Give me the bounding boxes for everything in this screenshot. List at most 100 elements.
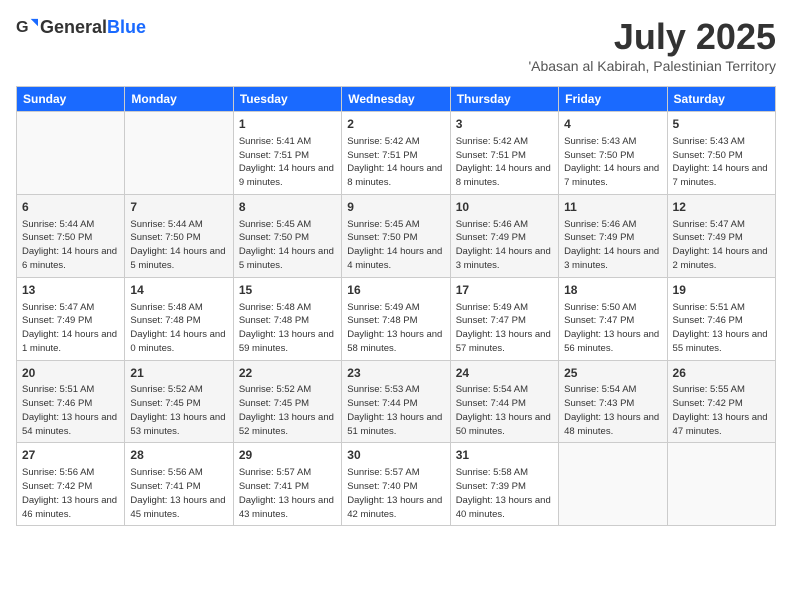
day-number: 8 bbox=[239, 199, 336, 216]
calendar-cell: 17 Sunrise: 5:49 AM Sunset: 7:47 PM Dayli… bbox=[450, 277, 558, 360]
location-title: 'Abasan al Kabirah, Palestinian Territor… bbox=[528, 58, 776, 74]
day-number: 31 bbox=[456, 447, 553, 464]
day-info: Sunrise: 5:42 AM Sunset: 7:51 PM Dayligh… bbox=[456, 135, 553, 190]
day-info: Sunrise: 5:47 AM Sunset: 7:49 PM Dayligh… bbox=[22, 301, 119, 356]
day-info: Sunrise: 5:41 AM Sunset: 7:51 PM Dayligh… bbox=[239, 135, 336, 190]
calendar-week-row: 20Sunrise: 5:51 AM Sunset: 7:46 PM Dayli… bbox=[17, 360, 776, 443]
calendar-cell: 30Sunrise: 5:57 AM Sunset: 7:40 PM Dayli… bbox=[342, 443, 450, 526]
calendar-cell: 23Sunrise: 5:53 AM Sunset: 7:44 PM Dayli… bbox=[342, 360, 450, 443]
calendar-cell: 22Sunrise: 5:52 AM Sunset: 7:45 PM Dayli… bbox=[233, 360, 341, 443]
day-info: Sunrise: 5:51 AM Sunset: 7:46 PM Dayligh… bbox=[22, 383, 119, 438]
day-number: 12 bbox=[673, 199, 770, 216]
month-title: July 2025 bbox=[528, 16, 776, 58]
logo-text-blue: Blue bbox=[107, 17, 146, 37]
day-number: 24 bbox=[456, 365, 553, 382]
calendar-cell: 5Sunrise: 5:43 AM Sunset: 7:50 PM Daylig… bbox=[667, 112, 775, 195]
calendar-cell: 11Sunrise: 5:46 AM Sunset: 7:49 PM Dayli… bbox=[559, 194, 667, 277]
logo: G GeneralBlue bbox=[16, 16, 146, 38]
weekday-header: Saturday bbox=[667, 87, 775, 112]
calendar-cell: 16 Sunrise: 5:49 AM Sunset: 7:48 PM Dayli… bbox=[342, 277, 450, 360]
day-info: Sunrise: 5:48 AM Sunset: 7:48 PM Dayligh… bbox=[239, 301, 336, 356]
day-number: 1 bbox=[239, 116, 336, 133]
day-number: 7 bbox=[130, 199, 227, 216]
svg-text:G: G bbox=[16, 18, 29, 36]
day-info: Sunrise: 5:57 AM Sunset: 7:41 PM Dayligh… bbox=[239, 466, 336, 521]
day-number: 4 bbox=[564, 116, 661, 133]
day-number: 9 bbox=[347, 199, 444, 216]
day-number: 17 bbox=[456, 282, 553, 299]
day-info: Sunrise: 5:49 AM Sunset: 7:47 PM Dayligh… bbox=[456, 301, 553, 356]
calendar-cell: 13 Sunrise: 5:47 AM Sunset: 7:49 PM Dayli… bbox=[17, 277, 125, 360]
day-info: Sunrise: 5:58 AM Sunset: 7:39 PM Dayligh… bbox=[456, 466, 553, 521]
day-info: Sunrise: 5:50 AM Sunset: 7:47 PM Dayligh… bbox=[564, 301, 661, 356]
calendar-cell bbox=[17, 112, 125, 195]
day-info: Sunrise: 5:51 AM Sunset: 7:46 PM Dayligh… bbox=[673, 301, 770, 356]
day-number: 23 bbox=[347, 365, 444, 382]
logo-icon: G bbox=[16, 16, 38, 38]
day-info: Sunrise: 5:54 AM Sunset: 7:43 PM Dayligh… bbox=[564, 383, 661, 438]
calendar-cell: 9Sunrise: 5:45 AM Sunset: 7:50 PM Daylig… bbox=[342, 194, 450, 277]
weekday-header: Sunday bbox=[17, 87, 125, 112]
day-number: 27 bbox=[22, 447, 119, 464]
logo-text-general: General bbox=[40, 17, 107, 37]
calendar-cell: 12Sunrise: 5:47 AM Sunset: 7:49 PM Dayli… bbox=[667, 194, 775, 277]
calendar-table: SundayMondayTuesdayWednesdayThursdayFrid… bbox=[16, 86, 776, 526]
day-info: Sunrise: 5:48 AM Sunset: 7:48 PM Dayligh… bbox=[130, 301, 227, 356]
calendar-cell: 19Sunrise: 5:51 AM Sunset: 7:46 PM Dayli… bbox=[667, 277, 775, 360]
day-info: Sunrise: 5:52 AM Sunset: 7:45 PM Dayligh… bbox=[239, 383, 336, 438]
calendar-cell: 7 Sunrise: 5:44 AM Sunset: 7:50 PM Daylig… bbox=[125, 194, 233, 277]
calendar-cell: 15 Sunrise: 5:48 AM Sunset: 7:48 PM Dayli… bbox=[233, 277, 341, 360]
day-number: 29 bbox=[239, 447, 336, 464]
day-number: 16 bbox=[347, 282, 444, 299]
weekday-header: Thursday bbox=[450, 87, 558, 112]
day-info: Sunrise: 5:55 AM Sunset: 7:42 PM Dayligh… bbox=[673, 383, 770, 438]
day-number: 11 bbox=[564, 199, 661, 216]
weekday-header: Monday bbox=[125, 87, 233, 112]
calendar-cell: 20Sunrise: 5:51 AM Sunset: 7:46 PM Dayli… bbox=[17, 360, 125, 443]
day-info: Sunrise: 5:43 AM Sunset: 7:50 PM Dayligh… bbox=[564, 135, 661, 190]
day-info: Sunrise: 5:52 AM Sunset: 7:45 PM Dayligh… bbox=[130, 383, 227, 438]
day-number: 6 bbox=[22, 199, 119, 216]
day-info: Sunrise: 5:56 AM Sunset: 7:41 PM Dayligh… bbox=[130, 466, 227, 521]
calendar-cell: 18Sunrise: 5:50 AM Sunset: 7:47 PM Dayli… bbox=[559, 277, 667, 360]
day-info: Sunrise: 5:46 AM Sunset: 7:49 PM Dayligh… bbox=[456, 218, 553, 273]
calendar-week-row: 13 Sunrise: 5:47 AM Sunset: 7:49 PM Dayli… bbox=[17, 277, 776, 360]
calendar-cell bbox=[667, 443, 775, 526]
calendar-cell: 26Sunrise: 5:55 AM Sunset: 7:42 PM Dayli… bbox=[667, 360, 775, 443]
calendar-cell: 3 Sunrise: 5:42 AM Sunset: 7:51 PM Daylig… bbox=[450, 112, 558, 195]
calendar-cell: 27 Sunrise: 5:56 AM Sunset: 7:42 PM Dayli… bbox=[17, 443, 125, 526]
day-number: 25 bbox=[564, 365, 661, 382]
weekday-header: Wednesday bbox=[342, 87, 450, 112]
calendar-cell: 21Sunrise: 5:52 AM Sunset: 7:45 PM Dayli… bbox=[125, 360, 233, 443]
day-number: 14 bbox=[130, 282, 227, 299]
calendar-cell: 6 Sunrise: 5:44 AM Sunset: 7:50 PM Daylig… bbox=[17, 194, 125, 277]
calendar-cell: 2Sunrise: 5:42 AM Sunset: 7:51 PM Daylig… bbox=[342, 112, 450, 195]
day-info: Sunrise: 5:42 AM Sunset: 7:51 PM Dayligh… bbox=[347, 135, 444, 190]
calendar-week-row: 27 Sunrise: 5:56 AM Sunset: 7:42 PM Dayli… bbox=[17, 443, 776, 526]
calendar-cell: 31 Sunrise: 5:58 AM Sunset: 7:39 PM Dayli… bbox=[450, 443, 558, 526]
day-info: Sunrise: 5:43 AM Sunset: 7:50 PM Dayligh… bbox=[673, 135, 770, 190]
weekday-header: Friday bbox=[559, 87, 667, 112]
day-info: Sunrise: 5:54 AM Sunset: 7:44 PM Dayligh… bbox=[456, 383, 553, 438]
day-number: 22 bbox=[239, 365, 336, 382]
day-info: Sunrise: 5:44 AM Sunset: 7:50 PM Dayligh… bbox=[22, 218, 119, 273]
day-info: Sunrise: 5:53 AM Sunset: 7:44 PM Dayligh… bbox=[347, 383, 444, 438]
day-number: 26 bbox=[673, 365, 770, 382]
day-number: 13 bbox=[22, 282, 119, 299]
day-number: 15 bbox=[239, 282, 336, 299]
day-info: Sunrise: 5:44 AM Sunset: 7:50 PM Dayligh… bbox=[130, 218, 227, 273]
weekday-header: Tuesday bbox=[233, 87, 341, 112]
calendar-cell: 28Sunrise: 5:56 AM Sunset: 7:41 PM Dayli… bbox=[125, 443, 233, 526]
day-number: 3 bbox=[456, 116, 553, 133]
day-info: Sunrise: 5:56 AM Sunset: 7:42 PM Dayligh… bbox=[22, 466, 119, 521]
calendar-cell: 29 Sunrise: 5:57 AM Sunset: 7:41 PM Dayli… bbox=[233, 443, 341, 526]
day-number: 10 bbox=[456, 199, 553, 216]
calendar-cell bbox=[125, 112, 233, 195]
calendar-cell: 24Sunrise: 5:54 AM Sunset: 7:44 PM Dayli… bbox=[450, 360, 558, 443]
day-info: Sunrise: 5:45 AM Sunset: 7:50 PM Dayligh… bbox=[239, 218, 336, 273]
calendar-cell: 10 Sunrise: 5:46 AM Sunset: 7:49 PM Dayli… bbox=[450, 194, 558, 277]
day-info: Sunrise: 5:49 AM Sunset: 7:48 PM Dayligh… bbox=[347, 301, 444, 356]
calendar-cell: 1 Sunrise: 5:41 AM Sunset: 7:51 PM Daylig… bbox=[233, 112, 341, 195]
day-number: 21 bbox=[130, 365, 227, 382]
calendar-header-row: SundayMondayTuesdayWednesdayThursdayFrid… bbox=[17, 87, 776, 112]
